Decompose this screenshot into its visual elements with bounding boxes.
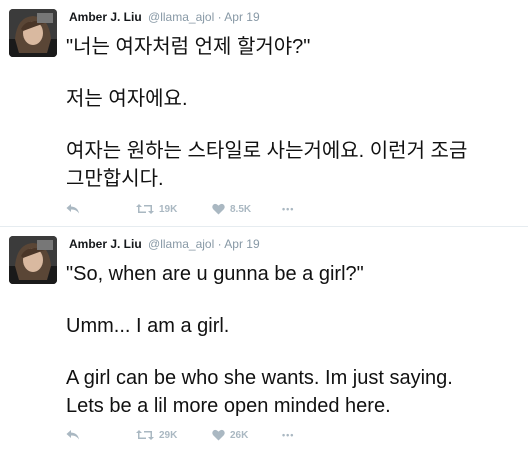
retweet-button[interactable]: 29K: [136, 426, 177, 444]
more-button[interactable]: •••: [282, 200, 294, 218]
heart-icon: [212, 203, 225, 215]
tweet-date[interactable]: Apr 19: [224, 237, 259, 251]
tweet-line: A girl can be who she wants. Im just say…: [66, 367, 453, 389]
retweet-icon: [136, 204, 154, 214]
more-button[interactable]: •••: [282, 426, 294, 444]
tweet-text: "너는 여자처럼 언제 할거야?" 저는 여자에요. 여자는 원하는 스타일로 …: [66, 33, 526, 193]
reply-icon: [66, 204, 79, 214]
reply-button[interactable]: [66, 200, 80, 218]
avatar[interactable]: [9, 236, 57, 284]
like-button[interactable]: 8.5K: [212, 200, 251, 218]
author-handle[interactable]: @llama_ajol: [148, 237, 214, 251]
tweet[interactable]: Amber J. Liu @llama_ajol · Apr 19 "너는 여자…: [0, 0, 528, 226]
retweet-count: 29K: [159, 429, 178, 441]
like-count: 8.5K: [230, 203, 252, 215]
reply-icon: [66, 430, 79, 440]
tweet-line: Umm... I am a girl.: [66, 315, 230, 337]
more-icon: •••: [282, 430, 295, 440]
tweet-text: "So, when are u gunna be a girl?" Umm...…: [66, 260, 526, 420]
retweet-button[interactable]: 19K: [136, 200, 177, 218]
tweet-line: 여자는 원하는 스타일로 사는거에요. 이런거 조금: [66, 140, 468, 162]
retweet-count: 19K: [159, 203, 178, 215]
meta-separator: ·: [217, 237, 222, 251]
meta-separator: ·: [217, 10, 222, 24]
like-count: 26K: [230, 429, 249, 441]
tweet[interactable]: Amber J. Liu @llama_ajol · Apr 19 "So, w…: [0, 227, 528, 452]
author-name[interactable]: Amber J. Liu: [69, 10, 142, 24]
tweet-line: "So, when are u gunna be a girl?": [66, 263, 364, 285]
tweet-line: Lets be a lil more open minded here.: [66, 395, 391, 417]
author-handle[interactable]: @llama_ajol: [148, 10, 214, 24]
reply-button[interactable]: [66, 426, 80, 444]
heart-icon: [212, 429, 225, 441]
more-icon: •••: [282, 204, 295, 214]
retweet-icon: [136, 430, 154, 440]
tweet-header: Amber J. Liu @llama_ajol · Apr 19: [69, 10, 260, 24]
tweet-actions: 29K 26K •••: [66, 426, 466, 444]
tweet-actions: 19K 8.5K •••: [66, 200, 466, 218]
avatar[interactable]: [9, 9, 57, 57]
tweet-line: 그만합시다.: [66, 168, 164, 190]
tweet-line: 저는 여자에요.: [66, 88, 188, 110]
tweet-header: Amber J. Liu @llama_ajol · Apr 19: [69, 237, 260, 251]
like-button[interactable]: 26K: [212, 426, 248, 444]
author-name[interactable]: Amber J. Liu: [69, 237, 142, 251]
tweet-line: "너는 여자처럼 언제 할거야?": [66, 36, 311, 58]
tweet-date[interactable]: Apr 19: [224, 10, 259, 24]
